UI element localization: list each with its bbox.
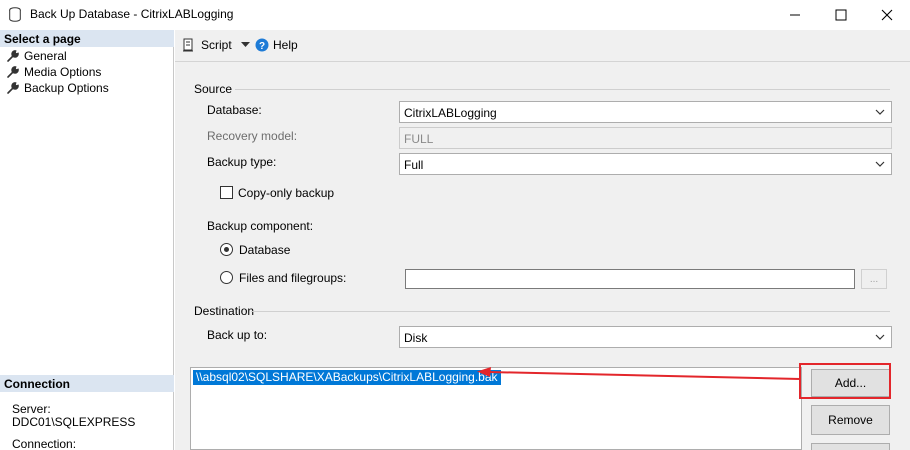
copy-only-label: Copy-only backup <box>238 186 335 200</box>
backup-to-select[interactable]: Disk <box>399 326 892 348</box>
backup-to-label: Back up to: <box>207 328 268 342</box>
component-files-label: Files and filegroups: <box>239 271 347 285</box>
select-page-header: Select a page <box>0 30 174 47</box>
page-backup-options-label: Backup Options <box>24 81 109 95</box>
chevron-down-icon <box>875 334 885 340</box>
maximize-icon <box>835 9 847 21</box>
page-general[interactable]: General <box>6 48 67 64</box>
dropdown-arrow-icon <box>240 42 250 47</box>
right-panel: Script ? Help Source Database: CitrixLAB… <box>175 30 910 450</box>
filegroups-browse-button: ... <box>861 269 887 289</box>
recovery-model-label: Recovery model: <box>207 129 298 143</box>
connection-label: Connection: <box>12 437 77 450</box>
backup-type-value: Full <box>404 158 424 172</box>
help-label: Help <box>273 38 298 52</box>
database-select[interactable]: CitrixLABLogging <box>399 101 892 123</box>
filegroups-input <box>405 269 855 289</box>
page-media-options-label: Media Options <box>24 65 102 79</box>
backup-type-select[interactable]: Full <box>399 153 892 175</box>
recovery-model-field: FULL <box>399 127 892 149</box>
backup-component-label: Backup component: <box>207 219 314 233</box>
toolbar: Script ? Help <box>175 30 910 62</box>
annotation-arrow <box>477 367 801 380</box>
add-button-highlight <box>799 363 891 399</box>
copy-only-checkbox[interactable] <box>220 186 233 199</box>
component-files-radio[interactable] <box>220 271 233 284</box>
chevron-down-icon <box>875 109 885 115</box>
remove-button[interactable]: Remove <box>811 405 890 435</box>
left-panel: Select a page General Media Options Back… <box>0 30 174 450</box>
source-group-label: Source <box>194 82 233 96</box>
backup-path-item[interactable]: \\absql02\SQLSHARE\XABackups\CitrixLABLo… <box>193 370 501 385</box>
script-label: Script <box>201 38 232 52</box>
window-title: Back Up Database - CitrixLABLogging <box>30 7 234 21</box>
wrench-icon <box>7 66 19 78</box>
destination-group-label: Destination <box>194 304 255 318</box>
minimize-icon <box>790 14 800 16</box>
chevron-down-icon <box>875 161 885 167</box>
destination-divider <box>251 311 890 312</box>
close-icon <box>881 9 893 21</box>
page-media-options[interactable]: Media Options <box>6 64 101 80</box>
database-icon <box>9 7 21 22</box>
server-label: Server: <box>12 402 51 416</box>
maximize-button[interactable] <box>818 0 864 30</box>
component-database-radio[interactable] <box>220 243 233 256</box>
help-icon: ? <box>255 38 269 52</box>
connection-header: Connection <box>0 375 174 392</box>
svg-text:?: ? <box>259 41 265 52</box>
page-backup-options[interactable]: Backup Options <box>6 80 109 96</box>
contents-button[interactable] <box>811 443 890 450</box>
title-bar: Back Up Database - CitrixLABLogging <box>0 0 910 30</box>
close-button[interactable] <box>864 0 910 30</box>
recovery-model-value: FULL <box>404 132 434 146</box>
backup-to-value: Disk <box>404 331 428 345</box>
server-value: DDC01\SQLEXPRESS <box>12 415 136 429</box>
help-button[interactable]: ? Help <box>255 38 298 52</box>
script-button[interactable]: Script <box>182 38 250 52</box>
backup-type-label: Backup type: <box>207 155 277 169</box>
source-divider <box>235 89 890 90</box>
page-general-label: General <box>24 49 67 63</box>
minimize-button[interactable] <box>772 0 818 30</box>
database-label: Database: <box>207 103 262 117</box>
wrench-icon <box>7 50 19 62</box>
wrench-icon <box>7 82 19 94</box>
script-icon <box>183 38 193 52</box>
component-database-label: Database <box>239 243 291 257</box>
database-value: CitrixLABLogging <box>404 106 497 120</box>
